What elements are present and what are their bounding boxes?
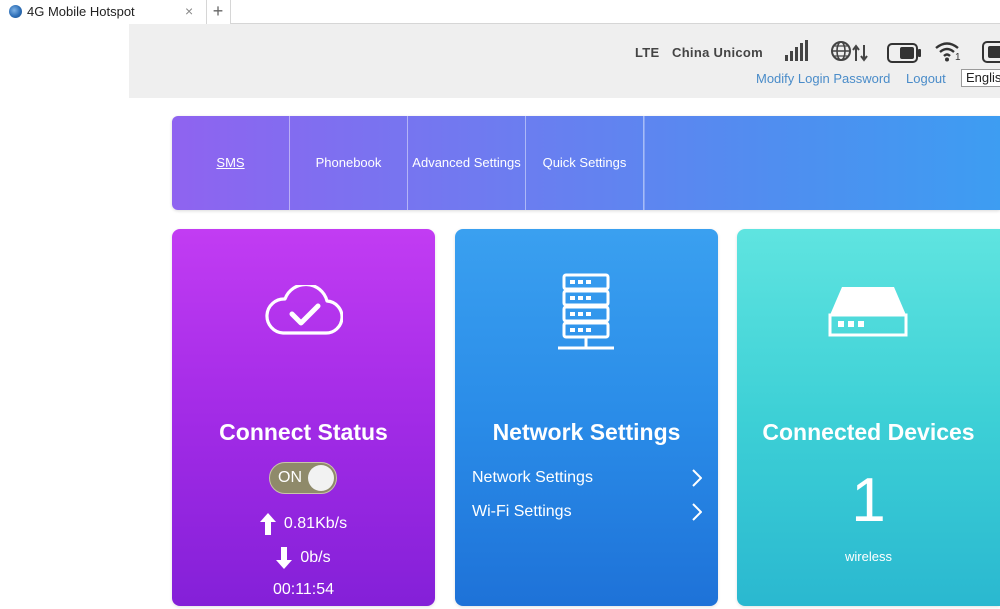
operator-name: China Unicom <box>672 45 763 60</box>
sim-card-icon <box>982 41 1000 63</box>
wifi-client-count: 1 <box>955 52 961 63</box>
device-type: wireless <box>845 549 892 564</box>
connect-status-title: Connect Status <box>219 419 388 445</box>
battery-icon <box>887 43 921 63</box>
toggle-knob <box>308 465 334 491</box>
browser-tab-strip: 4G Mobile Hotspot × + <box>0 0 1000 24</box>
nav-item-label: Advanced Settings <box>412 155 521 170</box>
server-icon <box>558 273 614 350</box>
browser-tab[interactable]: 4G Mobile Hotspot × <box>0 0 207 24</box>
nav-divider <box>644 116 645 210</box>
nav-item-label: SMS <box>216 155 245 170</box>
logout-link[interactable]: Logout <box>906 71 946 86</box>
router-icon <box>828 287 908 337</box>
connected-time: 00:11:54 <box>272 581 335 598</box>
network-settings-link[interactable]: Network Settings <box>472 467 702 491</box>
cloud-check-icon <box>265 285 343 335</box>
language-select[interactable]: English <box>961 69 1000 87</box>
roaming-data-icon <box>831 41 868 62</box>
download-rate-row: 0b/s <box>172 547 435 569</box>
connection-toggle[interactable]: ON <box>269 462 337 494</box>
download-rate: 0b/s <box>300 549 331 566</box>
device-count: 1 <box>851 466 886 535</box>
top-header: LTE China Unicom 1 Modify Login Password… <box>129 24 1000 98</box>
upload-rate: 0.81Kb/s <box>283 515 348 532</box>
network-type: LTE <box>635 45 660 60</box>
connected-devices-title: Connected Devices <box>762 419 975 445</box>
connect-status-card: Connect Status ON 0.81Kb/s 0b/s 00:11:54 <box>172 229 435 606</box>
download-arrow-icon <box>276 547 293 569</box>
browser-tab-title: 4G Mobile Hotspot <box>27 4 135 19</box>
connected-devices-card: Connected Devices 1 wireless <box>737 229 1000 606</box>
wifi-settings-link[interactable]: Wi-Fi Settings <box>472 501 702 525</box>
nav-item-quick-settings[interactable]: Quick Settings <box>526 116 644 210</box>
upload-arrow-icon <box>259 513 276 535</box>
globe-favicon-icon <box>9 5 22 18</box>
link-label: Wi-Fi Settings <box>472 503 572 520</box>
upload-rate-row: 0.81Kb/s <box>172 513 435 535</box>
network-settings-card: Network Settings Network Settings Wi-Fi … <box>455 229 718 606</box>
nav-item-sms[interactable]: SMS <box>172 116 290 210</box>
nav-item-advanced-settings[interactable]: Advanced Settings <box>408 116 526 210</box>
toggle-label: ON <box>278 469 302 486</box>
modify-login-password-link[interactable]: Modify Login Password <box>756 71 890 86</box>
nav-item-phonebook[interactable]: Phonebook <box>290 116 408 210</box>
signal-strength-icon <box>785 40 808 61</box>
close-tab-icon[interactable]: × <box>185 3 193 19</box>
network-settings-title: Network Settings <box>492 419 681 445</box>
new-tab-button[interactable]: + <box>206 0 231 24</box>
nav-item-label: Phonebook <box>315 155 382 170</box>
link-label: Network Settings <box>472 469 593 486</box>
chevron-right-icon <box>692 503 702 521</box>
nav-item-label: Quick Settings <box>542 155 627 170</box>
chevron-right-icon <box>692 469 702 487</box>
main-nav: SMS Phonebook Advanced Settings Quick Se… <box>172 116 1000 210</box>
